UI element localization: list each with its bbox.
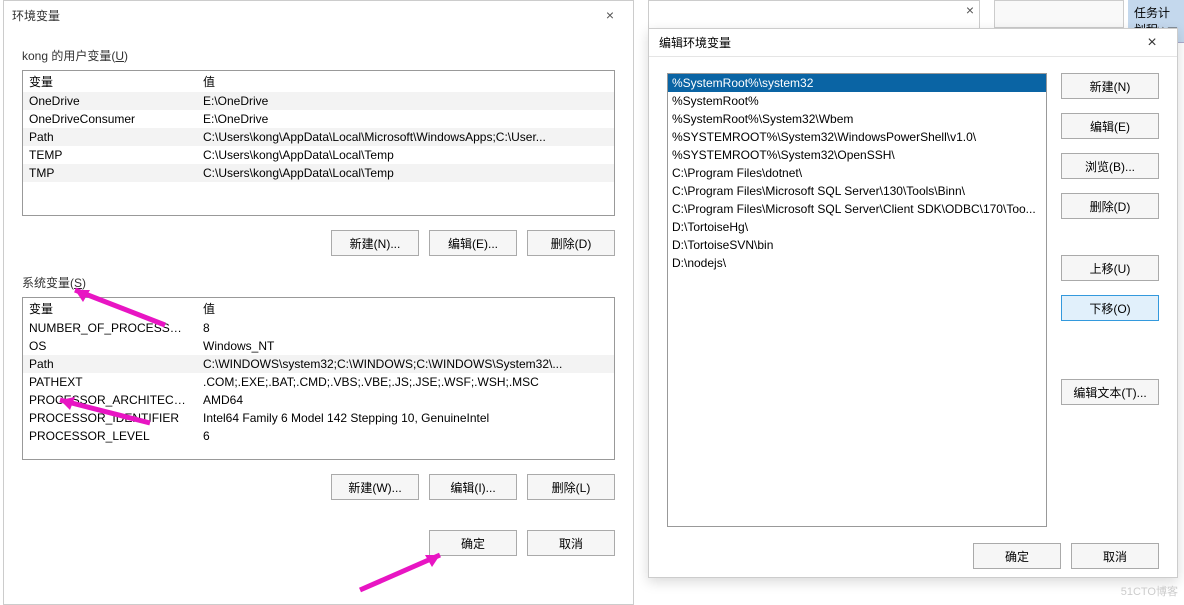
var-name: TMP bbox=[23, 164, 197, 182]
list-item[interactable]: C:\Program Files\dotnet\ bbox=[668, 164, 1046, 182]
new-path-button[interactable]: 新建(N) bbox=[1061, 73, 1159, 99]
var-name: Path bbox=[23, 128, 197, 146]
delete-sys-var-button[interactable]: 删除(L) bbox=[527, 474, 615, 500]
edit-env-titlebar: 编辑环境变量 × bbox=[649, 29, 1177, 57]
var-value: E:\OneDrive bbox=[197, 92, 614, 110]
system-vars-header: 变量 值 bbox=[23, 298, 614, 319]
delete-path-button[interactable]: 删除(D) bbox=[1061, 193, 1159, 219]
list-item[interactable]: C:\Program Files\Microsoft SQL Server\13… bbox=[668, 182, 1046, 200]
table-row[interactable]: TMPC:\Users\kong\AppData\Local\Temp bbox=[23, 164, 614, 182]
new-user-var-button[interactable]: 新建(N)... bbox=[331, 230, 419, 256]
table-row[interactable]: PROCESSOR_IDENTIFIERIntel64 Family 6 Mod… bbox=[23, 409, 614, 427]
task-scheduler-title: 任务计划程 bbox=[1128, 0, 1184, 22]
var-name: TEMP bbox=[23, 146, 197, 164]
browse-path-button[interactable]: 浏览(B)... bbox=[1061, 153, 1159, 179]
close-icon[interactable]: × bbox=[1137, 34, 1167, 52]
col-header-val: 值 bbox=[197, 71, 614, 92]
edit-env-title: 编辑环境变量 bbox=[659, 34, 1137, 51]
user-vars-label: kong 的用户变量(U) bbox=[22, 47, 633, 64]
table-row[interactable]: OneDriveE:\OneDrive bbox=[23, 92, 614, 110]
var-value: AMD64 bbox=[197, 391, 614, 409]
list-item[interactable]: C:\Program Files\Microsoft SQL Server\Cl… bbox=[668, 200, 1046, 218]
var-value: 6 bbox=[197, 427, 614, 445]
var-name: PROCESSOR_ARCHITECTURE bbox=[23, 391, 197, 409]
edit-sys-var-button[interactable]: 编辑(I)... bbox=[429, 474, 517, 500]
var-name: PROCESSOR_LEVEL bbox=[23, 427, 197, 445]
list-item[interactable]: %SystemRoot%\System32\Wbem bbox=[668, 110, 1046, 128]
var-name: OS bbox=[23, 337, 197, 355]
delete-user-var-button[interactable]: 删除(D) bbox=[527, 230, 615, 256]
table-row[interactable]: NUMBER_OF_PROCESSORS8 bbox=[23, 319, 614, 337]
var-name: OneDrive bbox=[23, 92, 197, 110]
var-value: C:\Users\kong\AppData\Local\Temp bbox=[197, 146, 614, 164]
var-value: 8 bbox=[197, 319, 614, 337]
edit-path-button[interactable]: 编辑(E) bbox=[1061, 113, 1159, 139]
var-value: E:\OneDrive bbox=[197, 110, 614, 128]
col-header-var: 变量 bbox=[23, 298, 197, 319]
list-item[interactable]: D:\nodejs\ bbox=[668, 254, 1046, 272]
cancel-button[interactable]: 取消 bbox=[1071, 543, 1159, 569]
side-buttons: 新建(N) 编辑(E) 浏览(B)... 删除(D) 上移(U) 下移(O) 编… bbox=[1061, 73, 1159, 527]
col-header-var: 变量 bbox=[23, 71, 197, 92]
moveup-button[interactable]: 上移(U) bbox=[1061, 255, 1159, 281]
var-value: C:\WINDOWS\system32;C:\WINDOWS;C:\WINDOW… bbox=[197, 355, 614, 373]
var-value: C:\Users\kong\AppData\Local\Temp bbox=[197, 164, 614, 182]
list-item[interactable]: D:\TortoiseSVN\bin bbox=[668, 236, 1046, 254]
list-item[interactable]: D:\TortoiseHg\ bbox=[668, 218, 1046, 236]
table-row[interactable]: PATHEXT.COM;.EXE;.BAT;.CMD;.VBS;.VBE;.JS… bbox=[23, 373, 614, 391]
env-vars-titlebar: 环境变量 × bbox=[4, 1, 633, 29]
dialog2-footer-buttons: 确定 取消 bbox=[649, 537, 1177, 579]
var-name: PATHEXT bbox=[23, 373, 197, 391]
system-vars-list[interactable]: 变量 值 NUMBER_OF_PROCESSORS8OSWindows_NTPa… bbox=[22, 297, 615, 460]
list-item[interactable]: %SYSTEMROOT%\System32\WindowsPowerShell\… bbox=[668, 128, 1046, 146]
path-list[interactable]: %SystemRoot%\system32%SystemRoot%%System… bbox=[667, 73, 1047, 527]
background-window-stub bbox=[994, 0, 1124, 28]
table-row[interactable]: TEMPC:\Users\kong\AppData\Local\Temp bbox=[23, 146, 614, 164]
var-name: NUMBER_OF_PROCESSORS bbox=[23, 319, 197, 337]
user-vars-list[interactable]: 变量 值 OneDriveE:\OneDriveOneDriveConsumer… bbox=[22, 70, 615, 216]
var-value: C:\Users\kong\AppData\Local\Microsoft\Wi… bbox=[197, 128, 614, 146]
var-value: Intel64 Family 6 Model 142 Stepping 10, … bbox=[197, 409, 614, 427]
edit-user-var-button[interactable]: 编辑(E)... bbox=[429, 230, 517, 256]
new-sys-var-button[interactable]: 新建(W)... bbox=[331, 474, 419, 500]
edit-text-button[interactable]: 编辑文本(T)... bbox=[1061, 379, 1159, 405]
background-close-icon[interactable]: × bbox=[960, 2, 980, 18]
env-vars-dialog: 环境变量 × kong 的用户变量(U) 变量 值 OneDriveE:\One… bbox=[3, 0, 634, 605]
ok-button[interactable]: 确定 bbox=[973, 543, 1061, 569]
env-vars-title: 环境变量 bbox=[12, 7, 595, 24]
list-item[interactable]: %SYSTEMROOT%\System32\OpenSSH\ bbox=[668, 146, 1046, 164]
table-row[interactable]: PROCESSOR_LEVEL6 bbox=[23, 427, 614, 445]
system-vars-label: 系统变量(S) bbox=[22, 274, 633, 291]
list-item[interactable]: %SystemRoot% bbox=[668, 92, 1046, 110]
table-row[interactable]: PathC:\Users\kong\AppData\Local\Microsof… bbox=[23, 128, 614, 146]
system-vars-buttons: 新建(W)... 编辑(I)... 删除(L) bbox=[4, 474, 615, 500]
user-vars-header: 变量 值 bbox=[23, 71, 614, 92]
var-name: Path bbox=[23, 355, 197, 373]
background-dialog-stub bbox=[648, 0, 980, 28]
movedown-button[interactable]: 下移(O) bbox=[1061, 295, 1159, 321]
var-value: Windows_NT bbox=[197, 337, 614, 355]
dialog1-footer-buttons: 确定 取消 bbox=[4, 530, 615, 556]
watermark: 51CTO博客 bbox=[1121, 583, 1178, 599]
table-row[interactable]: PROCESSOR_ARCHITECTUREAMD64 bbox=[23, 391, 614, 409]
cancel-button[interactable]: 取消 bbox=[527, 530, 615, 556]
var-value: .COM;.EXE;.BAT;.CMD;.VBS;.VBE;.JS;.JSE;.… bbox=[197, 373, 614, 391]
table-row[interactable]: OneDriveConsumerE:\OneDrive bbox=[23, 110, 614, 128]
var-name: OneDriveConsumer bbox=[23, 110, 197, 128]
close-icon[interactable]: × bbox=[595, 7, 625, 23]
col-header-val: 值 bbox=[197, 298, 614, 319]
var-name: PROCESSOR_IDENTIFIER bbox=[23, 409, 197, 427]
user-vars-buttons: 新建(N)... 编辑(E)... 删除(D) bbox=[4, 230, 615, 256]
table-row[interactable]: OSWindows_NT bbox=[23, 337, 614, 355]
table-row[interactable]: PathC:\WINDOWS\system32;C:\WINDOWS;C:\WI… bbox=[23, 355, 614, 373]
list-item[interactable]: %SystemRoot%\system32 bbox=[668, 74, 1046, 92]
ok-button[interactable]: 确定 bbox=[429, 530, 517, 556]
edit-env-var-dialog: 编辑环境变量 × %SystemRoot%\system32%SystemRoo… bbox=[648, 28, 1178, 578]
